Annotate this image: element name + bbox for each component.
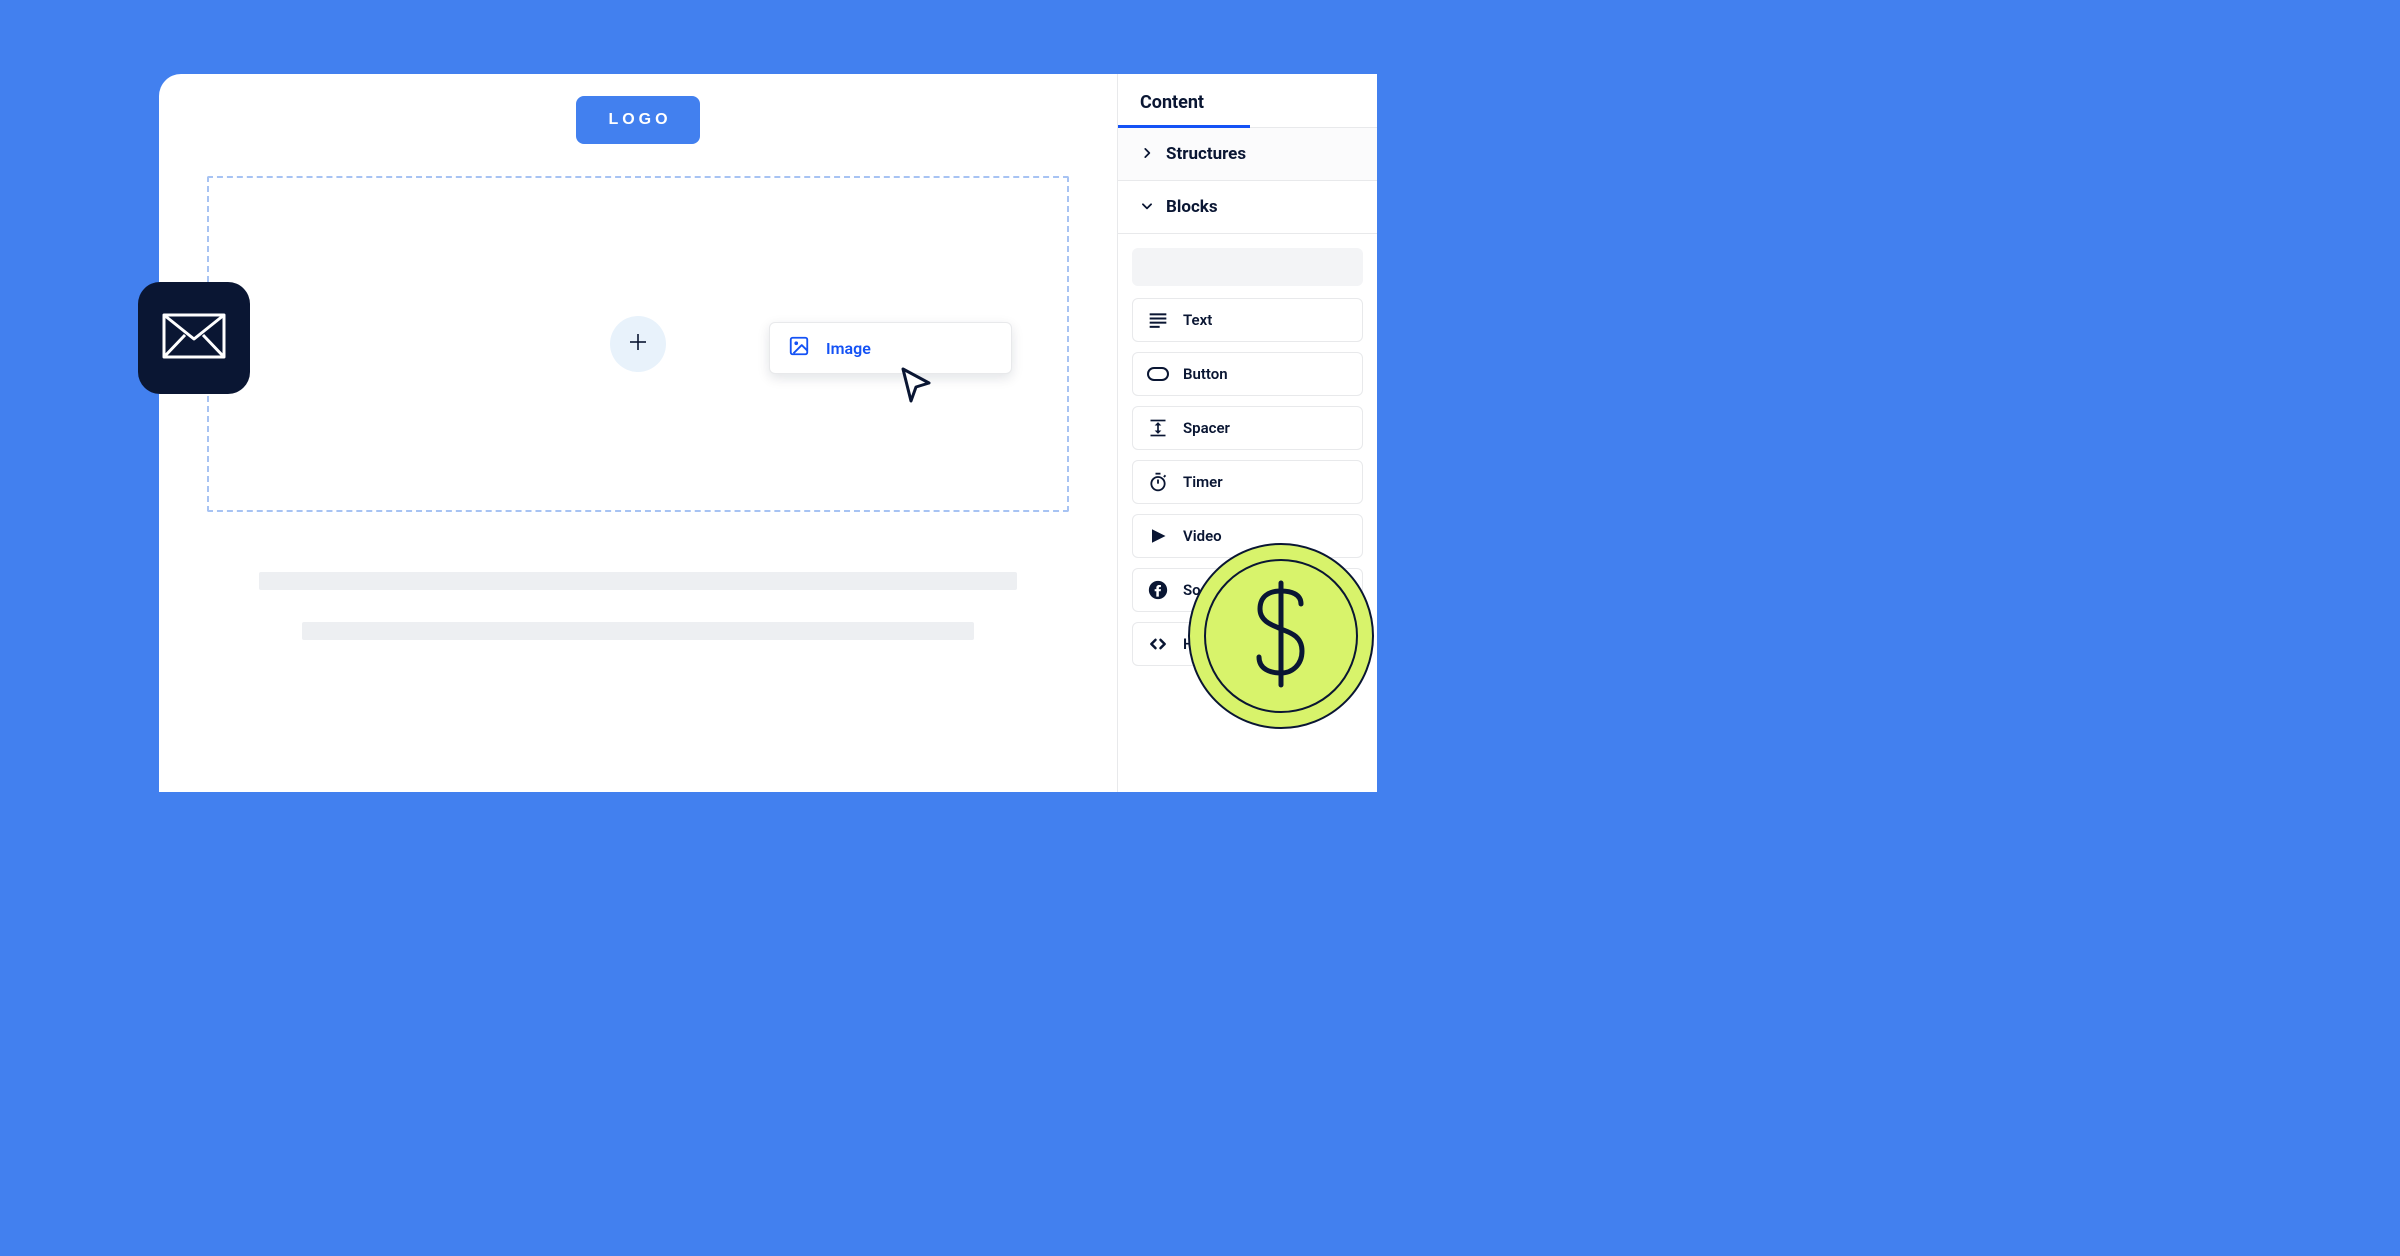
html-icon xyxy=(1147,633,1169,655)
section-structures[interactable]: Structures xyxy=(1118,128,1377,181)
section-blocks[interactable]: Blocks xyxy=(1118,181,1377,234)
dragged-block-label: Image xyxy=(826,339,871,358)
logo-placeholder[interactable]: LOGO xyxy=(576,96,699,144)
text-icon xyxy=(1147,309,1169,331)
dollar-coin xyxy=(1188,543,1374,729)
block-search-input[interactable] xyxy=(1132,248,1363,286)
block-item-text[interactable]: Text xyxy=(1132,298,1363,342)
chevron-right-icon xyxy=(1140,145,1154,164)
sidebar-tabs: Content xyxy=(1118,74,1377,128)
section-blocks-label: Blocks xyxy=(1166,197,1218,217)
chevron-down-icon xyxy=(1140,198,1154,217)
block-item-label: Button xyxy=(1183,365,1228,383)
video-icon xyxy=(1147,525,1169,547)
block-item-button[interactable]: Button xyxy=(1132,352,1363,396)
block-item-label: Timer xyxy=(1183,473,1223,491)
button-icon xyxy=(1147,363,1169,385)
text-placeholder-line xyxy=(259,572,1018,590)
tab-content[interactable]: Content xyxy=(1118,74,1250,128)
dollar-icon xyxy=(1246,579,1316,693)
dragged-block-image[interactable]: Image xyxy=(769,322,1012,374)
add-block-button[interactable] xyxy=(610,316,666,372)
block-item-label: Spacer xyxy=(1183,419,1230,437)
image-icon xyxy=(788,335,810,361)
social-icon xyxy=(1147,579,1169,601)
logo-label: LOGO xyxy=(608,111,671,128)
spacer-icon xyxy=(1147,417,1169,439)
block-item-timer[interactable]: Timer xyxy=(1132,460,1363,504)
plus-icon xyxy=(626,330,650,358)
cursor-icon xyxy=(897,365,937,409)
block-item-label: Text xyxy=(1183,311,1212,329)
block-item-spacer[interactable]: Spacer xyxy=(1132,406,1363,450)
text-placeholder-group xyxy=(207,572,1069,640)
text-placeholder-line xyxy=(302,622,974,640)
email-badge xyxy=(138,282,250,394)
section-structures-label: Structures xyxy=(1166,144,1246,164)
canvas-area: LOGO xyxy=(159,74,1117,792)
timer-icon xyxy=(1147,471,1169,493)
envelope-icon xyxy=(162,313,226,363)
tab-content-label: Content xyxy=(1140,92,1204,113)
